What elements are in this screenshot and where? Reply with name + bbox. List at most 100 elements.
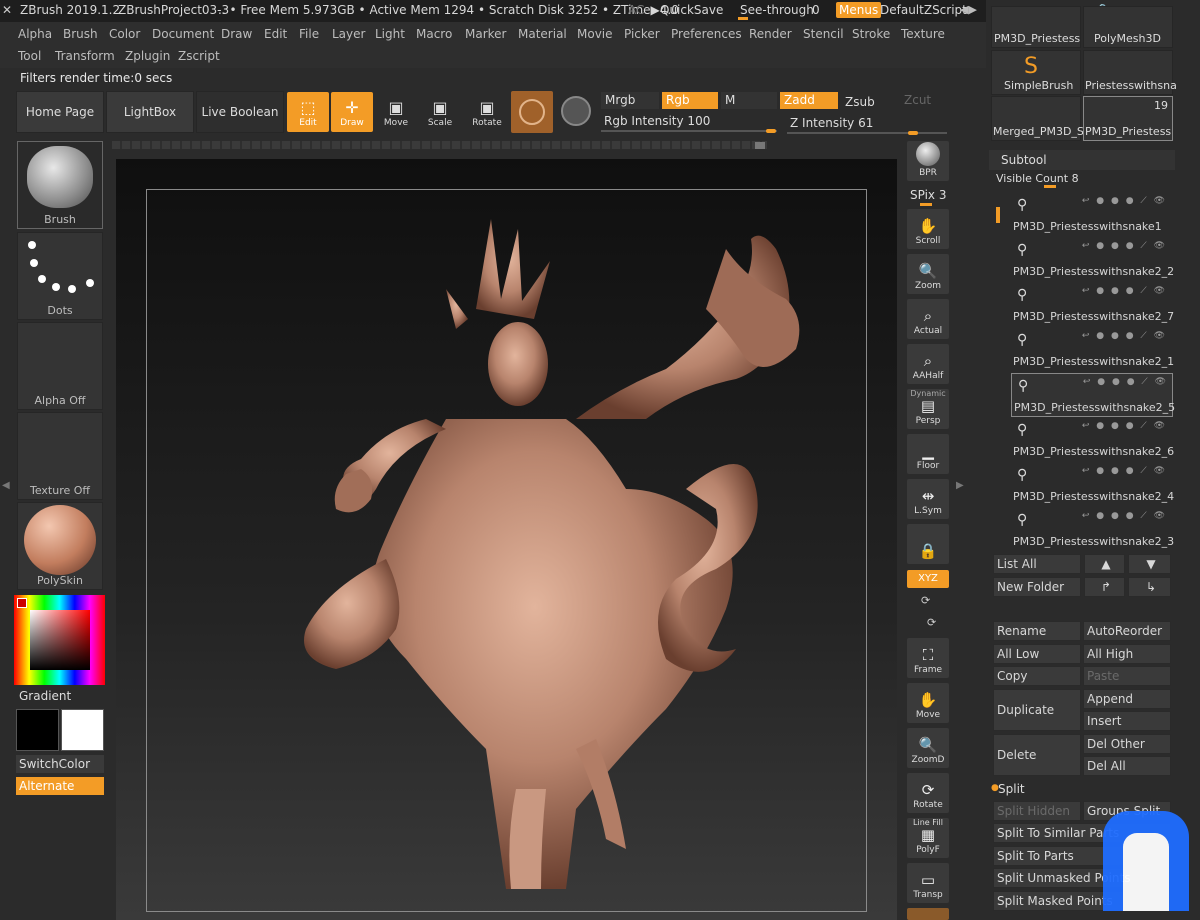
bpr-button[interactable]: BPR bbox=[907, 141, 949, 181]
rgb-button[interactable]: Rgb bbox=[662, 92, 718, 109]
scale-tool-button[interactable]: ▣ Scale bbox=[419, 92, 461, 132]
move-up-button[interactable]: ▲ bbox=[1084, 554, 1125, 574]
mrgb-button[interactable]: Mrgb bbox=[601, 92, 659, 109]
del-other-button[interactable]: Del Other bbox=[1083, 734, 1171, 754]
menu-item-11[interactable]: Material bbox=[518, 27, 567, 41]
subtool-visibility-icon[interactable]: ↩ ● ● ● ⟋ 👁 bbox=[1082, 196, 1167, 206]
switchcolor-button[interactable]: SwitchColor bbox=[16, 755, 104, 773]
visible-count-slider[interactable] bbox=[1044, 185, 1056, 188]
actual-button[interactable]: ⌕ Actual bbox=[907, 299, 949, 339]
draw-tool-button[interactable]: ✛ Draw bbox=[331, 92, 373, 132]
menu-item-13[interactable]: Picker bbox=[624, 27, 660, 41]
subtool-row[interactable]: ⚲ ↩ ● ● ● ⟋ 👁 PM3D_Priestesswithsnake2_2 bbox=[1011, 238, 1174, 280]
zcut-button[interactable]: Zcut bbox=[900, 92, 948, 109]
rgb-intensity-knob[interactable] bbox=[766, 129, 776, 133]
home-page-button[interactable]: Home Page bbox=[16, 91, 104, 133]
xyz-button[interactable]: XYZ bbox=[907, 570, 949, 588]
menu-item-row2-0[interactable]: Tool bbox=[18, 49, 41, 63]
subtool-row[interactable]: ⚲ ↩ ● ● ● ⟋ 👁 PM3D_Priestesswithsnake2_5 bbox=[1011, 373, 1175, 417]
rgb-intensity-slider[interactable] bbox=[601, 130, 777, 132]
subtool-row[interactable]: ⚲ ↩ ● ● ● ⟋ 👁 PM3D_Priestesswithsnake2_3 bbox=[1011, 508, 1174, 550]
menu-item-16[interactable]: Stencil bbox=[803, 27, 844, 41]
color-picker[interactable] bbox=[14, 595, 105, 685]
m-button[interactable]: M bbox=[721, 92, 777, 109]
menu-item-0[interactable]: Alpha bbox=[18, 27, 52, 41]
menu-item-row2-1[interactable]: Transform bbox=[55, 49, 115, 63]
scroll-button[interactable]: ✋ Scroll bbox=[907, 209, 949, 249]
zadd-button[interactable]: Zadd bbox=[780, 92, 838, 109]
stroke-slot[interactable]: Dots bbox=[17, 232, 103, 320]
new-folder-button[interactable]: New Folder bbox=[993, 577, 1081, 597]
menu-item-8[interactable]: Light bbox=[375, 27, 405, 41]
menu-item-1[interactable]: Brush bbox=[63, 27, 98, 41]
menu-item-14[interactable]: Preferences bbox=[671, 27, 742, 41]
subtool-row[interactable]: ⚲ ↩ ● ● ● ⟋ 👁 PM3D_Priestesswithsnake2_6 bbox=[1011, 418, 1174, 460]
priestess-sculpt-model[interactable] bbox=[146, 189, 867, 912]
z-intensity-slider[interactable] bbox=[787, 132, 947, 134]
list-all-button[interactable]: List All bbox=[993, 554, 1081, 574]
secondary-color-swatch[interactable] bbox=[16, 709, 59, 751]
menu-item-7[interactable]: Layer bbox=[332, 27, 365, 41]
solo-button[interactable] bbox=[907, 908, 949, 920]
menu-item-5[interactable]: Edit bbox=[264, 27, 287, 41]
zoom-button[interactable]: 🔍 Zoom bbox=[907, 254, 949, 294]
menu-item-row2-3[interactable]: Zscript bbox=[178, 49, 220, 63]
material-slot[interactable]: PolySkin bbox=[17, 502, 103, 590]
edit-tool-button[interactable]: ⬚ Edit bbox=[287, 92, 329, 132]
zoom3d-button[interactable]: 🔍 ZoomD bbox=[907, 728, 949, 768]
split-hidden-button[interactable]: Split Hidden bbox=[993, 801, 1081, 821]
copy-button[interactable]: Copy bbox=[993, 666, 1081, 686]
insert-button[interactable]: Insert bbox=[1083, 711, 1171, 731]
append-button[interactable]: Append bbox=[1083, 689, 1171, 709]
color-square[interactable] bbox=[30, 610, 90, 670]
left-collapse-icon[interactable]: ◀ bbox=[2, 480, 10, 491]
subtool-visibility-icon[interactable]: ↩ ● ● ● ⟋ 👁 bbox=[1082, 286, 1167, 296]
spix-slider[interactable] bbox=[920, 203, 932, 206]
all-high-button[interactable]: All High bbox=[1083, 644, 1171, 664]
z-axis-icon[interactable]: ⟳ bbox=[927, 616, 936, 629]
paste-button[interactable]: Paste bbox=[1083, 666, 1171, 686]
menu-item-3[interactable]: Document bbox=[152, 27, 214, 41]
gradient-label[interactable]: Gradient bbox=[16, 687, 104, 705]
tool-thumb-4[interactable]: Priestesswithsna bbox=[1083, 50, 1177, 95]
subtool-header[interactable]: Subtool bbox=[989, 150, 1175, 170]
autoreorder-button[interactable]: AutoReorder bbox=[1083, 621, 1171, 641]
alternate-button[interactable]: Alternate bbox=[16, 777, 104, 795]
scroll-strip-thumb[interactable] bbox=[755, 142, 765, 149]
move-tool-button[interactable]: ▣ Move bbox=[375, 92, 417, 132]
menu-item-2[interactable]: Color bbox=[109, 27, 140, 41]
menu-item-row2-2[interactable]: Zplugin bbox=[125, 49, 170, 63]
rotate-tool-button[interactable]: ▣ Rotate bbox=[466, 92, 508, 132]
y-axis-icon[interactable]: ⟳ bbox=[921, 594, 930, 607]
live-boolean-button[interactable]: Live Boolean bbox=[196, 91, 284, 133]
move-view-button[interactable]: ✋ Move bbox=[907, 683, 949, 723]
tool-thumb-6[interactable]: 19 PM3D_Priestess bbox=[1083, 96, 1173, 141]
tool-thumb-1[interactable]: PM3D_Priestess bbox=[991, 6, 1081, 48]
menu-item-17[interactable]: Stroke bbox=[852, 27, 890, 41]
subtool-visibility-icon[interactable]: ↩ ● ● ● ⟋ 👁 bbox=[1082, 241, 1167, 251]
aahalf-button[interactable]: ⌕ AAHalf bbox=[907, 344, 949, 384]
subtool-scrollbar[interactable] bbox=[996, 207, 1000, 223]
see-through-slider[interactable] bbox=[738, 17, 748, 20]
delete-button[interactable]: Delete bbox=[993, 734, 1081, 776]
subtool-visibility-icon[interactable]: ↩ ● ● ● ⟋ 👁 bbox=[1082, 511, 1167, 521]
subtool-row[interactable]: ⚲ ↩ ● ● ● ⟋ 👁 PM3D_Priestesswithsnake2_7 bbox=[1011, 283, 1174, 325]
split-header[interactable]: ● Split bbox=[989, 780, 1175, 800]
horizontal-scroll-strip[interactable] bbox=[112, 141, 767, 149]
z-intensity-knob[interactable] bbox=[908, 131, 918, 135]
lightbox-button[interactable]: LightBox bbox=[106, 91, 194, 133]
subtool-row[interactable]: ⚲ ↩ ● ● ● ⟋ 👁 PM3D_Priestesswithsnake1 bbox=[1011, 193, 1171, 235]
subtool-visibility-icon[interactable]: ↩ ● ● ● ⟋ 👁 bbox=[1082, 421, 1167, 431]
see-through-label[interactable]: See-through bbox=[740, 3, 814, 17]
frame-button[interactable]: ⛶ Frame bbox=[907, 638, 949, 678]
sculptris-pro-icon[interactable] bbox=[561, 96, 591, 126]
menu-item-12[interactable]: Movie bbox=[577, 27, 613, 41]
subtool-row[interactable]: ⚲ ↩ ● ● ● ⟋ 👁 PM3D_Priestesswithsnake2_1 bbox=[1011, 328, 1174, 370]
del-all-button[interactable]: Del All bbox=[1083, 756, 1171, 776]
default-zscript-button[interactable]: DefaultZScript bbox=[880, 3, 967, 17]
menu-item-18[interactable]: Texture bbox=[901, 27, 945, 41]
persp-button[interactable]: Dynamic ▤ Persp bbox=[907, 389, 949, 429]
right-collapse-icon[interactable]: ▶ bbox=[956, 480, 964, 491]
texture-slot[interactable]: Texture Off bbox=[17, 412, 103, 500]
menu-item-6[interactable]: File bbox=[299, 27, 319, 41]
